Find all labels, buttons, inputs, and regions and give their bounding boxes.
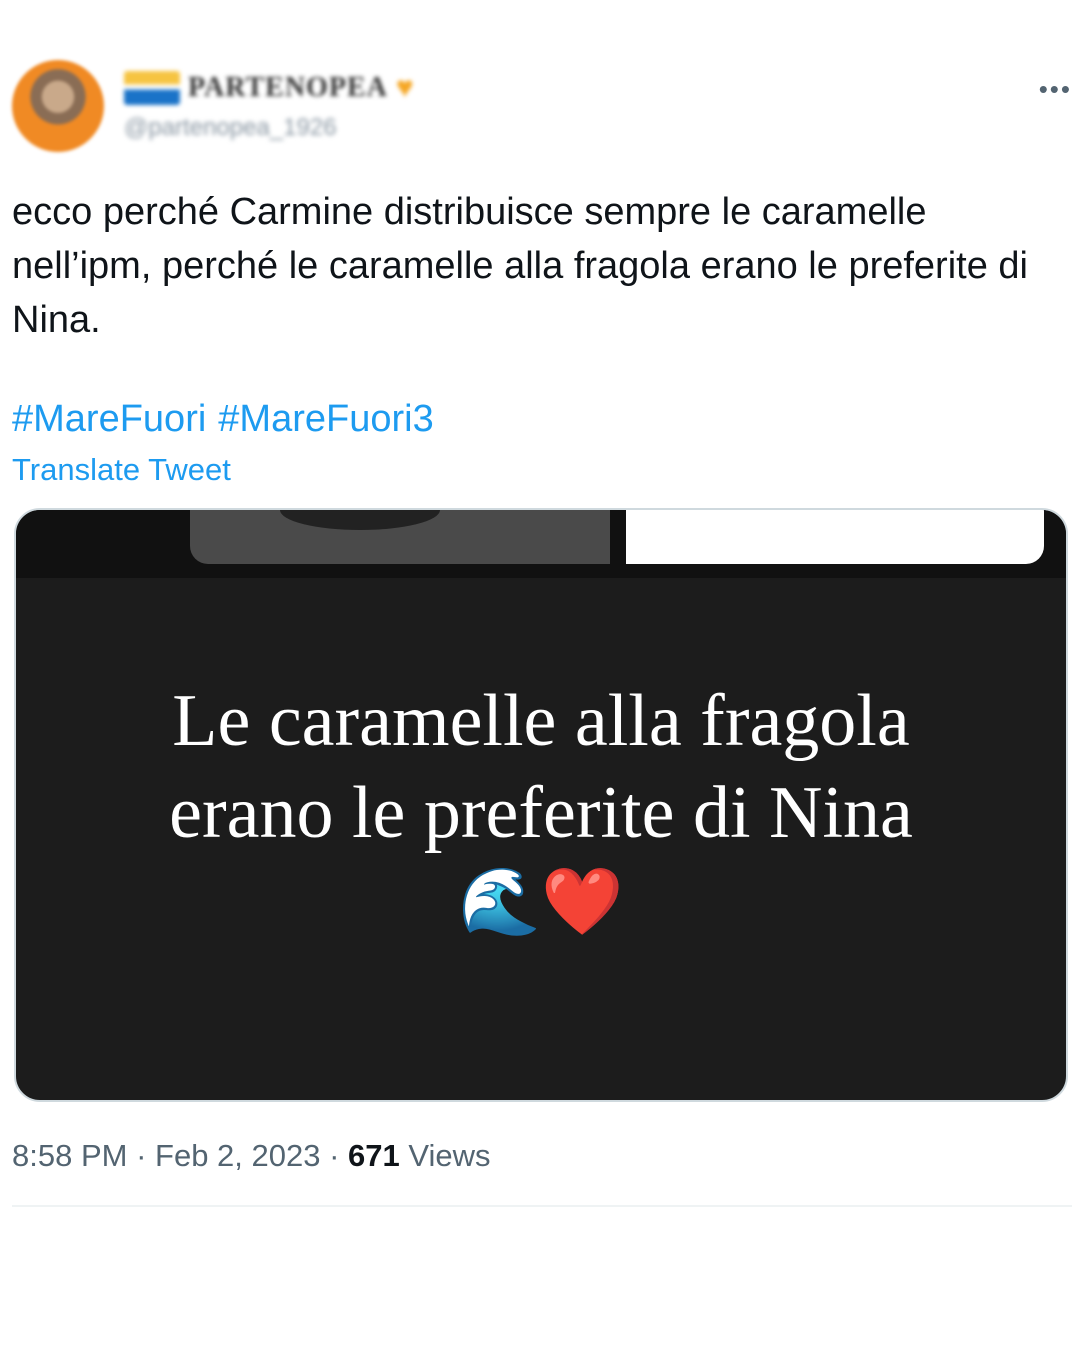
media-topbar bbox=[16, 510, 1066, 578]
thumbnail-left bbox=[190, 510, 610, 564]
tweet-time[interactable]: 8:58 PM bbox=[12, 1138, 127, 1173]
views-label: Views bbox=[408, 1138, 491, 1173]
story-caption: Le caramelle alla fragola erano le prefe… bbox=[16, 675, 1066, 859]
more-icon[interactable]: ••• bbox=[1039, 74, 1072, 105]
orange-heart-icon: ♥ bbox=[395, 71, 414, 104]
display-name: PARTENOPEA bbox=[188, 72, 388, 103]
tweet-text: ecco perché Carmine distribuisce sempre … bbox=[12, 191, 1028, 341]
display-name-link[interactable]: PARTENOPEA ♥ bbox=[124, 66, 414, 110]
tweet-date[interactable]: Feb 2, 2023 bbox=[155, 1138, 320, 1173]
story-caption-line2: erano le preferite di Nina bbox=[169, 772, 913, 854]
story-caption-line1: Le caramelle alla fragola bbox=[172, 680, 910, 762]
divider bbox=[12, 1205, 1072, 1207]
hashtag-link[interactable]: #MareFuori bbox=[12, 398, 206, 440]
thumbnail-right bbox=[622, 510, 1044, 564]
views-count: 671 bbox=[348, 1138, 400, 1173]
flag-icon bbox=[124, 71, 180, 105]
avatar[interactable] bbox=[12, 60, 104, 152]
tweet-meta: 8:58 PM · Feb 2, 2023 · 671 Views bbox=[12, 1138, 491, 1173]
tweet-header: PARTENOPEA ♥ @partenopea_1926 ••• bbox=[12, 60, 1072, 160]
story-emojis: 🌊❤️ bbox=[16, 865, 1066, 937]
wave-icon: 🌊 bbox=[458, 864, 541, 938]
tweet-media[interactable]: Le caramelle alla fragola erano le prefe… bbox=[14, 508, 1068, 1102]
red-heart-icon: ❤️ bbox=[541, 864, 624, 938]
user-handle[interactable]: @partenopea_1926 bbox=[124, 114, 337, 142]
translate-tweet-link[interactable]: Translate Tweet bbox=[12, 450, 231, 490]
hashtag-link[interactable]: #MareFuori3 bbox=[218, 398, 433, 440]
hashtags: #MareFuori #MareFuori3 bbox=[12, 395, 446, 443]
